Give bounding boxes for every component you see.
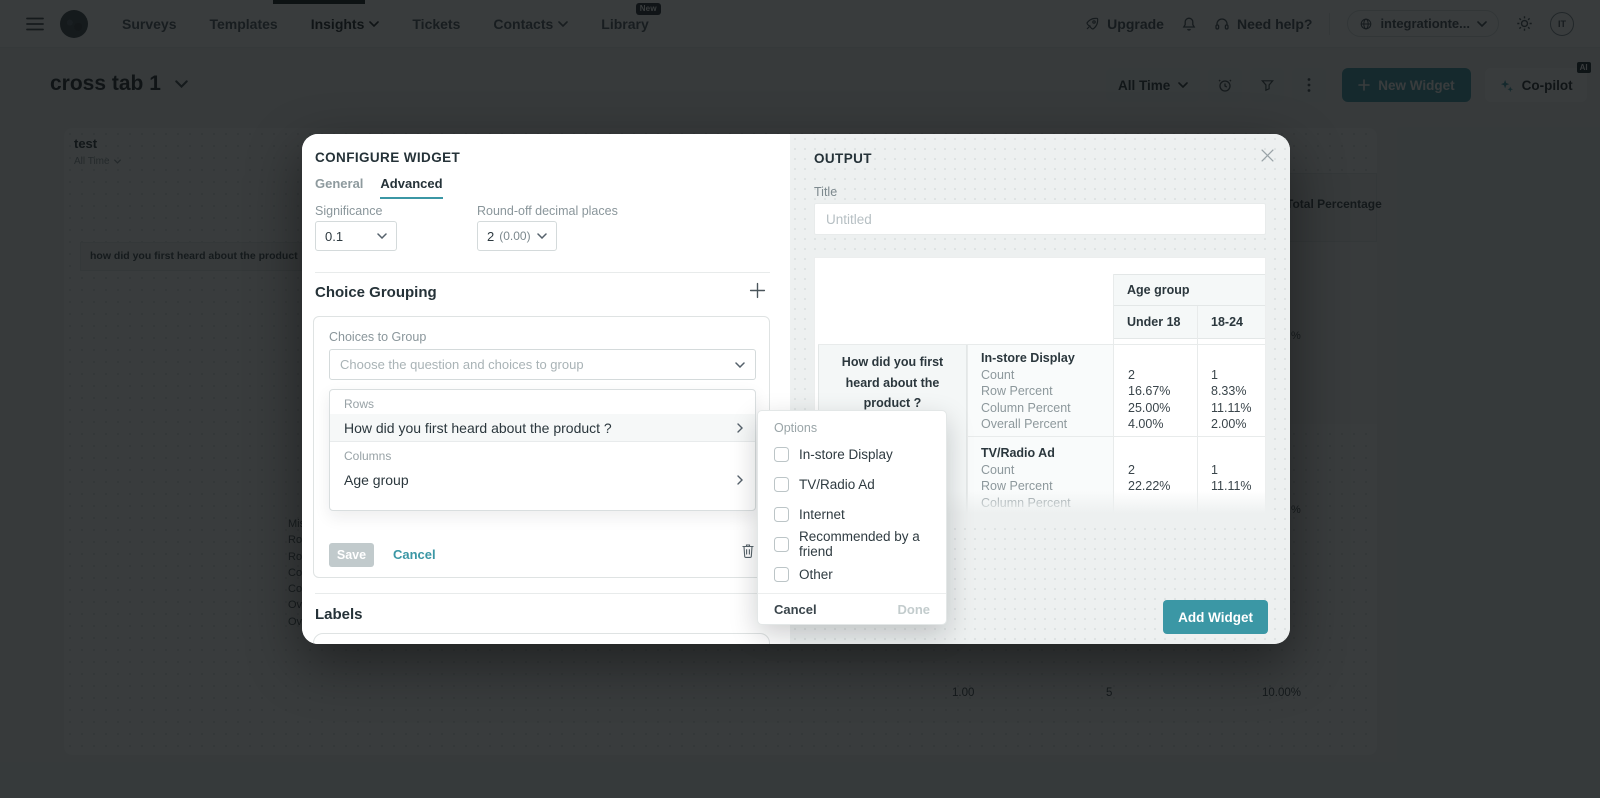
cell-value: 11.11% bbox=[1211, 401, 1252, 415]
cell-value: 1 bbox=[1211, 368, 1218, 382]
chevron-down-icon bbox=[537, 233, 547, 239]
modal-tabs: General Advanced bbox=[315, 176, 443, 199]
checkbox-icon[interactable] bbox=[774, 477, 789, 492]
metric-label: Count bbox=[981, 368, 1014, 382]
choice-grouping-heading: Choice Grouping bbox=[315, 284, 437, 301]
chevron-right-icon bbox=[737, 475, 743, 485]
tab-general[interactable]: General bbox=[315, 176, 363, 199]
table-border bbox=[967, 436, 1265, 437]
chevron-right-icon bbox=[737, 423, 743, 433]
checkbox-icon[interactable] bbox=[774, 567, 789, 582]
option-tv-radio-ad[interactable]: TV/Radio Ad bbox=[758, 469, 946, 499]
app-canvas: Surveys Templates Insights Tickets Conta… bbox=[0, 0, 1600, 798]
column-header-cell: 18-24 bbox=[1197, 305, 1266, 339]
option-recommended-by-a-friend[interactable]: Recommended by a friend bbox=[758, 529, 946, 559]
options-footer: Cancel Done bbox=[758, 593, 946, 624]
dropdown-item-rows-question[interactable]: How did you first heard about the produc… bbox=[330, 414, 755, 442]
divider bbox=[315, 272, 770, 273]
cell-value: 2 bbox=[1128, 463, 1135, 477]
cell-value: 1 bbox=[1211, 463, 1218, 477]
close-icon[interactable] bbox=[1261, 149, 1274, 162]
widget-title-input[interactable] bbox=[814, 203, 1266, 235]
choices-to-group-select[interactable]: Choose the question and choices to group bbox=[329, 349, 756, 380]
option-internet[interactable]: Internet bbox=[758, 499, 946, 529]
option-other[interactable]: Other bbox=[758, 559, 946, 589]
table-border bbox=[1197, 306, 1198, 519]
labels-heading: Labels bbox=[315, 606, 363, 623]
options-popup: Options In-store Display TV/Radio Ad Int… bbox=[757, 410, 947, 625]
checkbox-icon[interactable] bbox=[774, 447, 789, 462]
dropdown-item-columns-question[interactable]: Age group bbox=[330, 466, 755, 494]
cancel-button[interactable]: Cancel bbox=[393, 547, 436, 562]
cell-value: 2 bbox=[1128, 368, 1135, 382]
output-title-label: Title bbox=[814, 185, 837, 199]
question-dropdown-panel: Rows How did you first heard about the p… bbox=[329, 389, 756, 511]
checkbox-icon[interactable] bbox=[774, 537, 789, 552]
configure-pane: CONFIGURE WIDGET General Advanced Signif… bbox=[302, 134, 790, 644]
checkbox-icon[interactable] bbox=[774, 507, 789, 522]
round-off-label: Round-off decimal places bbox=[477, 204, 618, 218]
options-heading: Options bbox=[758, 411, 946, 439]
cell-value: 16.67% bbox=[1128, 384, 1170, 398]
columns-group-label: Columns bbox=[330, 442, 755, 466]
chevron-down-icon bbox=[377, 233, 387, 239]
significance-label: Significance bbox=[315, 204, 382, 218]
section-name: TV/Radio Ad bbox=[981, 446, 1055, 460]
section-name: In-store Display bbox=[981, 351, 1075, 365]
rows-group-label: Rows bbox=[330, 390, 755, 414]
tab-advanced[interactable]: Advanced bbox=[380, 176, 442, 199]
choices-to-group-label: Choices to Group bbox=[329, 330, 426, 344]
significance-select[interactable]: 0.1 bbox=[315, 221, 397, 251]
metric-label: Overall Percent bbox=[981, 417, 1067, 431]
options-cancel-button[interactable]: Cancel bbox=[774, 602, 817, 617]
table-border bbox=[1113, 274, 1114, 519]
option-in-store-display[interactable]: In-store Display bbox=[758, 439, 946, 469]
options-done-button[interactable]: Done bbox=[898, 602, 931, 617]
output-heading: OUTPUT bbox=[814, 151, 872, 166]
cell-value: 25.00% bbox=[1128, 401, 1170, 415]
labels-card bbox=[313, 633, 770, 644]
metric-label: Count bbox=[981, 463, 1014, 477]
cell-value: 4.00% bbox=[1128, 417, 1163, 431]
add-widget-button[interactable]: Add Widget bbox=[1163, 600, 1268, 634]
save-button[interactable]: Save bbox=[329, 543, 374, 567]
round-off-select[interactable]: 2 (0.00) bbox=[477, 221, 557, 251]
delete-trash-icon[interactable] bbox=[741, 543, 755, 559]
modal-title: CONFIGURE WIDGET bbox=[315, 150, 460, 165]
metric-label: Row Percent bbox=[981, 384, 1053, 398]
chevron-down-icon bbox=[735, 362, 745, 368]
metric-label: Column Percent bbox=[981, 401, 1071, 415]
add-choice-group-button[interactable] bbox=[749, 282, 766, 299]
choice-group-card: Choices to Group Choose the question and… bbox=[313, 316, 770, 578]
cell-value: 8.33% bbox=[1211, 384, 1246, 398]
divider bbox=[315, 593, 770, 594]
column-group-header-cell: Age group bbox=[1113, 274, 1266, 306]
column-header-cell: Under 18 bbox=[1113, 305, 1198, 339]
cell-value: 2.00% bbox=[1211, 417, 1246, 431]
